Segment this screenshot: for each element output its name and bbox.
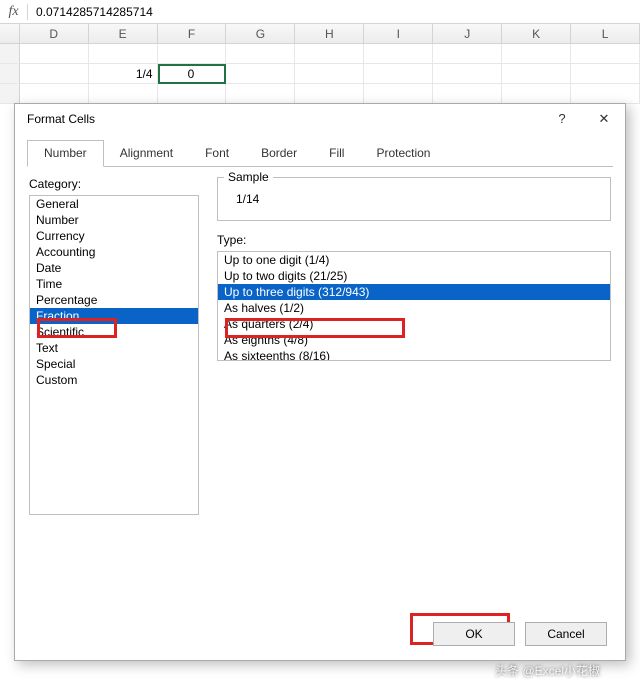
cell[interactable]: [295, 44, 364, 64]
sample-value: 1/14: [228, 192, 600, 206]
cell-f-selected[interactable]: 0: [158, 64, 227, 84]
format-cells-dialog: Format Cells ? ✕ Number Alignment Font B…: [14, 103, 626, 661]
col-header[interactable]: D: [20, 24, 89, 43]
cell[interactable]: [571, 44, 640, 64]
corner-cell[interactable]: [0, 24, 20, 43]
category-label: Category:: [29, 177, 199, 191]
row-header[interactable]: [0, 44, 20, 64]
tab-font[interactable]: Font: [189, 141, 245, 166]
column-headers: D E F G H I J K L: [0, 24, 640, 44]
row-header[interactable]: [0, 64, 20, 84]
col-header[interactable]: F: [158, 24, 227, 43]
category-item[interactable]: Scientific: [30, 324, 198, 340]
cell[interactable]: [364, 84, 433, 104]
category-item[interactable]: Accounting: [30, 244, 198, 260]
cell[interactable]: [364, 64, 433, 84]
category-item[interactable]: Percentage: [30, 292, 198, 308]
cell[interactable]: [20, 44, 89, 64]
cell[interactable]: [502, 64, 571, 84]
formula-bar: fx 0.0714285714285714: [0, 0, 640, 24]
col-header[interactable]: L: [571, 24, 640, 43]
category-item[interactable]: Special: [30, 356, 198, 372]
detail-panel: Sample 1/14 Type: Up to one digit (1/4)U…: [217, 177, 611, 515]
type-item[interactable]: As quarters (2/4): [218, 316, 610, 332]
dialog-tabs: Number Alignment Font Border Fill Protec…: [27, 140, 613, 167]
cell[interactable]: [20, 84, 89, 104]
col-header[interactable]: K: [502, 24, 571, 43]
cell[interactable]: [20, 64, 89, 84]
cell-e[interactable]: 1/4: [89, 64, 158, 84]
col-header[interactable]: G: [226, 24, 295, 43]
type-item[interactable]: Up to two digits (21/25): [218, 268, 610, 284]
tab-border[interactable]: Border: [245, 141, 313, 166]
formula-value[interactable]: 0.0714285714285714: [28, 5, 153, 19]
category-item[interactable]: Time: [30, 276, 198, 292]
cell[interactable]: [89, 84, 158, 104]
sample-label: Sample: [224, 170, 273, 184]
col-header[interactable]: J: [433, 24, 502, 43]
cell[interactable]: [158, 84, 227, 104]
col-header[interactable]: E: [89, 24, 158, 43]
category-item[interactable]: Currency: [30, 228, 198, 244]
category-item[interactable]: Text: [30, 340, 198, 356]
type-item[interactable]: Up to one digit (1/4): [218, 252, 610, 268]
grid-row: 1/4 0: [0, 64, 640, 84]
cell[interactable]: [226, 64, 295, 84]
cell[interactable]: [226, 44, 295, 64]
tab-fill[interactable]: Fill: [313, 141, 360, 166]
category-listbox[interactable]: GeneralNumberCurrencyAccountingDateTimeP…: [29, 195, 199, 515]
help-button[interactable]: ?: [541, 104, 583, 134]
cell[interactable]: [433, 64, 502, 84]
category-item[interactable]: Custom: [30, 372, 198, 388]
cell[interactable]: [89, 44, 158, 64]
type-item[interactable]: As eighths (4/8): [218, 332, 610, 348]
cell[interactable]: [226, 84, 295, 104]
category-panel: Category: GeneralNumberCurrencyAccountin…: [29, 177, 199, 515]
cell[interactable]: [571, 64, 640, 84]
tab-number[interactable]: Number: [27, 140, 104, 167]
cell[interactable]: [571, 84, 640, 104]
cell[interactable]: [502, 84, 571, 104]
dialog-titlebar[interactable]: Format Cells ? ✕: [15, 104, 625, 134]
cell[interactable]: [158, 44, 227, 64]
cell[interactable]: [502, 44, 571, 64]
cell[interactable]: [433, 84, 502, 104]
ok-button[interactable]: OK: [433, 622, 515, 646]
cell[interactable]: [433, 44, 502, 64]
cell[interactable]: [364, 44, 433, 64]
grid-row: [0, 44, 640, 64]
fx-icon[interactable]: fx: [0, 4, 28, 20]
tab-alignment[interactable]: Alignment: [104, 141, 189, 166]
watermark: 头条 @Excel小花椒: [495, 662, 600, 679]
cell[interactable]: [295, 84, 364, 104]
type-item[interactable]: As halves (1/2): [218, 300, 610, 316]
type-label: Type:: [217, 233, 611, 247]
dialog-body: Category: GeneralNumberCurrencyAccountin…: [15, 167, 625, 515]
grid-row: [0, 84, 640, 104]
button-row: OK Cancel: [433, 622, 607, 646]
col-header[interactable]: I: [364, 24, 433, 43]
dialog-title: Format Cells: [27, 112, 541, 126]
category-item[interactable]: Fraction: [30, 308, 198, 324]
category-item[interactable]: Date: [30, 260, 198, 276]
sample-box: Sample 1/14: [217, 177, 611, 221]
close-button[interactable]: ✕: [583, 104, 625, 134]
tab-protection[interactable]: Protection: [360, 141, 446, 166]
cell[interactable]: [295, 64, 364, 84]
type-listbox[interactable]: Up to one digit (1/4)Up to two digits (2…: [217, 251, 611, 361]
category-item[interactable]: General: [30, 196, 198, 212]
row-header[interactable]: [0, 84, 20, 104]
type-item[interactable]: As sixteenths (8/16): [218, 348, 610, 361]
col-header[interactable]: H: [295, 24, 364, 43]
type-item[interactable]: Up to three digits (312/943): [218, 284, 610, 300]
category-item[interactable]: Number: [30, 212, 198, 228]
cancel-button[interactable]: Cancel: [525, 622, 607, 646]
